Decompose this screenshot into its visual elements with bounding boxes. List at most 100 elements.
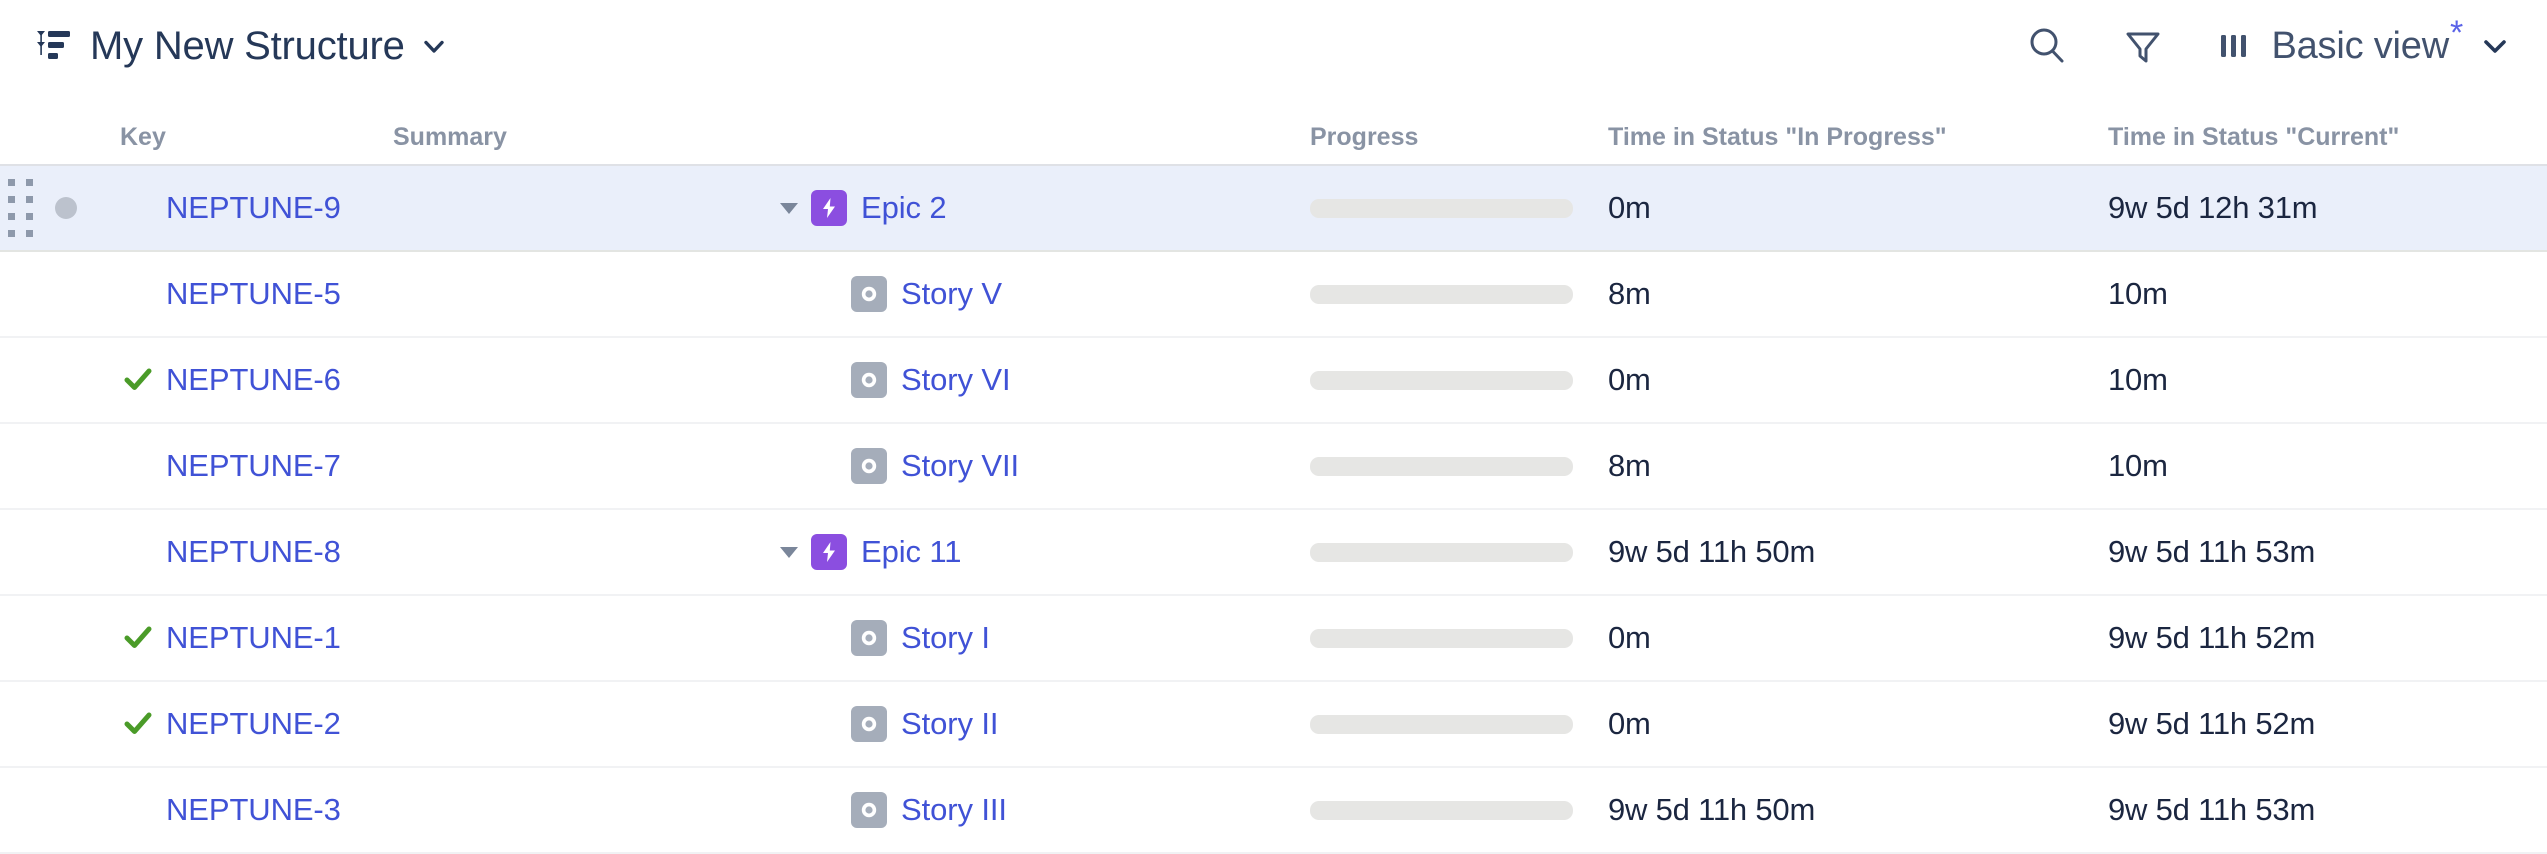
structure-chevron-down-icon[interactable]: [421, 33, 447, 59]
columns-icon: [2217, 28, 2253, 64]
column-header-progress[interactable]: Progress: [1298, 92, 1598, 165]
time-in-status-current-value: 9w 5d 11h 52m: [2098, 596, 2547, 680]
time-in-status-current-cell: 10m: [2098, 423, 2547, 509]
column-header-time-in-status-current[interactable]: Time in Status "Current": [2098, 92, 2547, 165]
summary-cell: Epic 2: [385, 165, 1298, 251]
progress-bar: [1310, 457, 1573, 476]
structure-grid: Key Summary Progress Time in Status "In …: [0, 92, 2547, 854]
expand-collapse-triangle-icon[interactable]: [767, 195, 811, 221]
issue-summary-link[interactable]: Story II: [901, 706, 998, 742]
time-in-status-current-cell: 9w 5d 11h 53m: [2098, 767, 2547, 853]
row-handle-cell: [0, 165, 110, 251]
story-icon: [851, 276, 887, 312]
time-in-status-in-progress-cell: 8m: [1598, 251, 2098, 337]
time-in-status-in-progress-cell: 0m: [1598, 165, 2098, 251]
column-header-key[interactable]: Key: [110, 92, 385, 165]
key-cell: NEPTUNE-6: [110, 337, 385, 423]
progress-bar: [1310, 629, 1573, 648]
key-cell: NEPTUNE-7: [110, 423, 385, 509]
time-in-status-current-value: 10m: [2098, 338, 2547, 422]
view-label: Basic view*: [2271, 25, 2463, 68]
row-handle-cell: [0, 595, 110, 681]
summary-cell: Story VI: [385, 337, 1298, 423]
row-handle-cell: [0, 423, 110, 509]
view-modified-marker: *: [2450, 14, 2463, 52]
row-handle-cell: [0, 509, 110, 595]
progress-bar: [1310, 285, 1573, 304]
table-row[interactable]: NEPTUNE-5 Story V 8m10m: [0, 251, 2547, 337]
issue-summary-link[interactable]: Story VI: [901, 362, 1010, 398]
progress-bar: [1310, 715, 1573, 734]
summary-cell: Story III: [385, 767, 1298, 853]
issue-summary-link[interactable]: Story V: [901, 276, 1002, 312]
view-chevron-down-icon[interactable]: [2481, 32, 2509, 60]
time-in-status-in-progress-value: 9w 5d 11h 50m: [1598, 768, 2098, 852]
filter-icon[interactable]: [2121, 24, 2165, 68]
issue-summary-link[interactable]: Epic 2: [861, 190, 947, 226]
time-in-status-in-progress-cell: 8m: [1598, 423, 2098, 509]
time-in-status-in-progress-value: 0m: [1598, 166, 2098, 250]
column-header-summary[interactable]: Summary: [385, 92, 1298, 165]
table-row[interactable]: NEPTUNE-6 Story VI 0m10m: [0, 337, 2547, 423]
time-in-status-in-progress-cell: 9w 5d 11h 50m: [1598, 509, 2098, 595]
epic-icon: [811, 534, 847, 570]
structure-icon: [36, 29, 72, 63]
key-cell: NEPTUNE-2: [110, 681, 385, 767]
story-icon: [851, 792, 887, 828]
progress-cell: [1298, 423, 1598, 509]
time-in-status-current-cell: 10m: [2098, 337, 2547, 423]
table-row[interactable]: NEPTUNE-2Story II0m9w 5d 11h 52m: [0, 681, 2547, 767]
issue-summary-link[interactable]: Story I: [901, 620, 990, 656]
grid-header: Key Summary Progress Time in Status "In …: [0, 92, 2547, 165]
time-in-status-current-cell: 9w 5d 11h 53m: [2098, 509, 2547, 595]
issue-key-link[interactable]: NEPTUNE-6: [166, 362, 341, 398]
table-row[interactable]: NEPTUNE-3 Story III 9w 5d 11h 50m9w 5d 11h…: [0, 767, 2547, 853]
table-row[interactable]: NEPTUNE-9 Epic 2 0m9w 5d 12h 31m: [0, 165, 2547, 251]
key-cell: NEPTUNE-5: [110, 251, 385, 337]
row-handle-cell: [0, 767, 110, 853]
column-header-time-in-status-in-progress[interactable]: Time in Status "In Progress": [1598, 92, 2098, 165]
issue-key-link[interactable]: NEPTUNE-2: [166, 706, 341, 742]
drag-handle-icon[interactable]: [8, 179, 33, 237]
issue-key-link[interactable]: NEPTUNE-9: [166, 190, 341, 226]
time-in-status-in-progress-cell: 0m: [1598, 337, 2098, 423]
progress-cell: [1298, 767, 1598, 853]
time-in-status-current-cell: 9w 5d 12h 31m: [2098, 165, 2547, 251]
story-icon: [851, 706, 887, 742]
issue-key-link[interactable]: NEPTUNE-1: [166, 620, 341, 656]
issue-key-link[interactable]: NEPTUNE-5: [166, 276, 341, 312]
summary-cell: Story I: [385, 595, 1298, 681]
toolbar-left-group: My New Structure: [36, 24, 447, 69]
time-in-status-current-value: 9w 5d 11h 53m: [2098, 768, 2547, 852]
search-icon[interactable]: [2025, 24, 2069, 68]
story-icon: [851, 620, 887, 656]
time-in-status-in-progress-value: 9w 5d 11h 50m: [1598, 510, 2098, 594]
time-in-status-in-progress-cell: 9w 5d 11h 50m: [1598, 767, 2098, 853]
issue-summary-link[interactable]: Epic 11: [861, 534, 961, 570]
summary-cell: Story VII: [385, 423, 1298, 509]
issue-key-link[interactable]: NEPTUNE-7: [166, 448, 341, 484]
view-label-text: Basic view: [2271, 25, 2449, 67]
issue-summary-link[interactable]: Story III: [901, 792, 1007, 828]
time-in-status-current-value: 10m: [2098, 252, 2547, 336]
table-row[interactable]: NEPTUNE-8 Epic 11 9w 5d 11h 50m9w 5d 11h 5…: [0, 509, 2547, 595]
progress-cell: [1298, 509, 1598, 595]
time-in-status-current-value: 9w 5d 11h 52m: [2098, 682, 2547, 766]
issue-key-link[interactable]: NEPTUNE-3: [166, 792, 341, 828]
view-selector[interactable]: Basic view*: [2217, 25, 2509, 68]
time-in-status-in-progress-value: 0m: [1598, 338, 2098, 422]
expand-collapse-triangle-icon[interactable]: [767, 539, 811, 565]
issue-summary-link[interactable]: Story VII: [901, 448, 1019, 484]
progress-cell: [1298, 337, 1598, 423]
story-icon: [851, 448, 887, 484]
time-in-status-current-value: 9w 5d 11h 53m: [2098, 510, 2547, 594]
progress-cell: [1298, 595, 1598, 681]
table-row[interactable]: NEPTUNE-1Story I0m9w 5d 11h 52m: [0, 595, 2547, 681]
summary-cell: Story II: [385, 681, 1298, 767]
issue-key-link[interactable]: NEPTUNE-8: [166, 534, 341, 570]
progress-cell: [1298, 681, 1598, 767]
structure-toolbar: My New Structure: [0, 0, 2547, 92]
table-row[interactable]: NEPTUNE-7 Story VII 8m10m: [0, 423, 2547, 509]
story-icon: [851, 362, 887, 398]
row-marker-dot: [55, 197, 77, 219]
